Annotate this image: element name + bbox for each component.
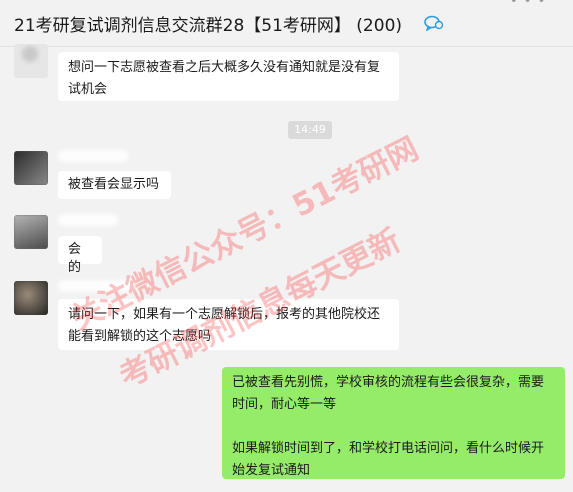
reply-paragraph-2: 如果解锁时间到了，和学校打电话问问，看什么时候开始发复试通知 [232,441,545,478]
chat-header: 21考研复试调剂信息交流群28【51考研网】 (200) • • • [0,0,573,47]
message-bubble[interactable]: 请问一下，如果有一个志愿解锁后，报考的其他院校还能看到解锁的这个志愿吗 [58,299,399,350]
avatar[interactable] [14,215,48,249]
sender-name-blurred [58,150,128,162]
sender-name-blurred [58,214,118,226]
group-title[interactable]: 21考研复试调剂信息交流群28【51考研网】 (200) [14,11,402,36]
avatar[interactable] [14,151,48,185]
avatar[interactable] [14,281,48,315]
message-text: 想问一下志愿被查看之后大概多久没有通知就是没有复试机会 [68,60,381,97]
message-text: 被查看会显示吗 [68,177,160,192]
message-bubble[interactable]: 被查看会显示吗 [58,171,171,199]
more-dots-icon[interactable]: • • • [510,0,546,9]
reply-bubble[interactable]: 已被查看先别慌，学校审核的流程有些会很复杂，需要时间，耐心等一等 如果解锁时间到… [222,367,565,479]
message-bubble[interactable]: 想问一下志愿被查看之后大概多久没有通知就是没有复试机会 [58,52,399,101]
time-separator: 14:49 [288,121,332,139]
message-bubble[interactable]: 会的 [58,236,102,275]
reply-paragraph-1: 已被查看先别慌，学校审核的流程有些会很复杂，需要时间，耐心等一等 [232,375,545,412]
message-text: 会的 [68,242,82,275]
avatar[interactable] [14,44,48,78]
chat-bubbles-icon[interactable] [424,15,444,31]
message-text: 请问一下，如果有一个志愿解锁后，报考的其他院校还能看到解锁的这个志愿吗 [68,307,381,344]
sender-name-blurred [58,280,138,292]
